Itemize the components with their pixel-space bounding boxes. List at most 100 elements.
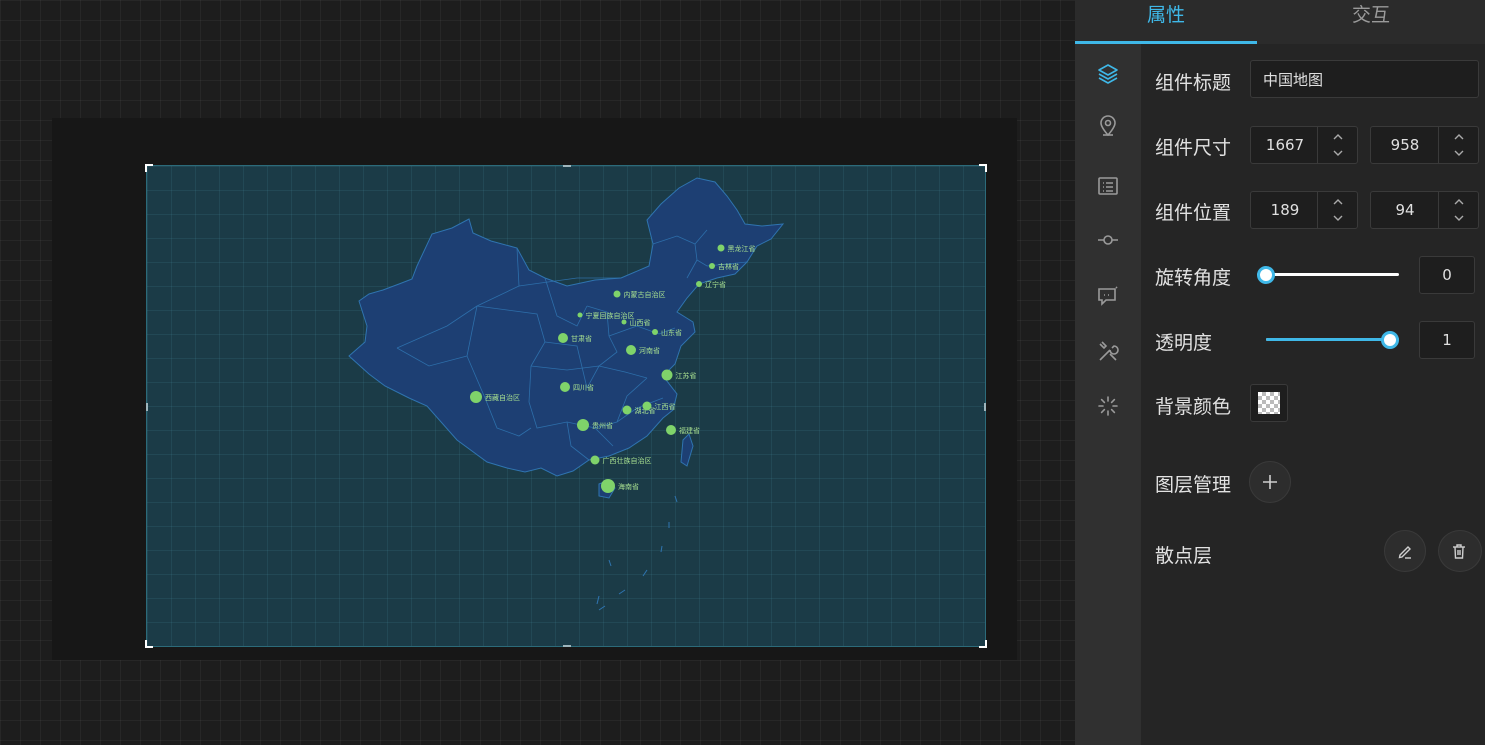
edit-icon (1398, 546, 1411, 559)
pos-x-stepper[interactable]: 189 (1250, 191, 1358, 229)
chat-icon[interactable] (1096, 284, 1120, 308)
scatter-point-label: 海南省 (618, 482, 639, 491)
scatter-point-label: 吉林省 (718, 262, 739, 271)
scatter-point-label: 广西壮族自治区 (603, 456, 652, 465)
scatter-point[interactable] (652, 329, 658, 335)
scatter-point[interactable] (613, 290, 621, 298)
rotation-value[interactable]: 0 (1419, 256, 1475, 294)
map-component[interactable]: 黑龙江省吉林省辽宁省内蒙古自治区宁夏回族自治区 山西省山东省甘肃省河南省江苏省西藏… (145, 164, 987, 648)
chevron-down-icon[interactable] (1332, 212, 1344, 224)
connector-icon[interactable] (1096, 228, 1120, 252)
resize-handle-left[interactable] (146, 403, 148, 411)
tools-icon[interactable] (1096, 340, 1120, 364)
scatter-point-label: 内蒙古自治区 (624, 290, 666, 299)
scatter-point[interactable] (661, 369, 673, 381)
scatter-point[interactable] (666, 425, 676, 435)
tab-interaction[interactable]: 交互 (1257, 0, 1485, 44)
add-layer-button[interactable] (1249, 461, 1291, 503)
layer-item-name: 散点层 (1155, 545, 1213, 567)
title-label: 组件标题 (1155, 72, 1232, 94)
scatter-point[interactable] (626, 345, 636, 355)
resize-handle-top-left[interactable] (145, 164, 153, 172)
china-mainland (348, 177, 785, 477)
pos-y-stepper[interactable]: 94 (1370, 191, 1479, 229)
width-value[interactable]: 1667 (1251, 127, 1319, 163)
taiwan-island (680, 433, 694, 467)
chevron-up-icon[interactable] (1332, 131, 1344, 143)
resize-handle-bottom[interactable] (563, 645, 571, 647)
opacity-value[interactable]: 1 (1419, 321, 1475, 359)
opacity-slider[interactable] (1266, 330, 1399, 350)
rotation-label: 旋转角度 (1155, 267, 1232, 289)
scatter-point-label: 江苏省 (676, 371, 697, 380)
scatter-point-label: 四川省 (573, 383, 594, 392)
resize-handle-top[interactable] (563, 165, 571, 167)
trash-icon (1453, 544, 1465, 559)
scatter-point-label: 贵州省 (592, 421, 613, 430)
map-pin-icon[interactable] (1096, 114, 1120, 138)
resize-handle-bottom-left[interactable] (145, 640, 153, 648)
scatter-point[interactable] (560, 382, 570, 392)
scatter-point[interactable] (470, 391, 482, 403)
scatter-point-label: 辽宁省 (705, 280, 726, 289)
bg-color-picker[interactable] (1250, 384, 1288, 422)
scatter-point[interactable] (717, 244, 725, 252)
bg-color-label: 背景颜色 (1155, 396, 1232, 418)
scatter-point-label: 宁夏回族自治区 (586, 311, 635, 320)
opacity-label: 透明度 (1155, 332, 1213, 354)
panel-content: 组件标题 组件尺寸 1667 958 组件位置 189 (1141, 44, 1485, 745)
scatter-point[interactable] (696, 281, 702, 287)
layer-manage-label: 图层管理 (1155, 474, 1232, 496)
width-stepper[interactable]: 1667 (1250, 126, 1358, 164)
chevron-up-icon[interactable] (1453, 196, 1465, 208)
scatter-point[interactable] (590, 455, 600, 465)
scatter-point[interactable] (577, 419, 589, 431)
position-label: 组件位置 (1155, 202, 1232, 224)
resize-handle-bottom-right[interactable] (979, 640, 987, 648)
transparent-swatch (1258, 392, 1280, 414)
scatter-point[interactable] (558, 333, 568, 343)
pos-x-value[interactable]: 189 (1251, 192, 1319, 228)
chevron-up-icon[interactable] (1453, 131, 1465, 143)
scatter-point-label: 甘肃省 (571, 334, 592, 343)
rotation-slider-handle[interactable] (1257, 266, 1275, 284)
scatter-point-label: 黑龙江省 (728, 244, 756, 253)
chevron-down-icon[interactable] (1453, 147, 1465, 159)
chevron-down-icon[interactable] (1332, 147, 1344, 159)
height-stepper[interactable]: 958 (1370, 126, 1479, 164)
scatter-point[interactable] (622, 405, 632, 415)
resize-handle-right[interactable] (984, 403, 986, 411)
rotation-slider[interactable] (1257, 265, 1399, 285)
pos-y-value[interactable]: 94 (1371, 192, 1439, 228)
size-label: 组件尺寸 (1155, 137, 1232, 159)
china-map: 黑龙江省吉林省辽宁省内蒙古自治区宁夏回族自治区山西省山东省甘肃省河南省江苏省西藏… (348, 177, 785, 611)
chevron-down-icon[interactable] (1453, 212, 1465, 224)
scatter-point-label: 西藏自治区 (485, 393, 520, 402)
scatter-point[interactable] (642, 401, 652, 411)
opacity-slider-handle[interactable] (1381, 331, 1399, 349)
chevron-up-icon[interactable] (1332, 196, 1344, 208)
scatter-point-label: 河南省 (639, 346, 660, 355)
title-input[interactable] (1250, 60, 1479, 98)
delete-layer-button[interactable] (1438, 530, 1482, 572)
scatter-point[interactable] (709, 263, 715, 269)
scatter-point[interactable] (601, 479, 615, 493)
scatter-point-label: 山西省 (630, 318, 651, 327)
scatter-point[interactable] (621, 319, 627, 325)
list-icon[interactable] (1096, 174, 1120, 198)
scatter-point-label: 福建省 (679, 426, 700, 435)
resize-handle-top-right[interactable] (979, 164, 987, 172)
panel-tabs: 属性 交互 (1075, 0, 1485, 44)
tab-properties[interactable]: 属性 (1075, 0, 1257, 44)
south-sea-islands (596, 495, 678, 611)
scatter-point[interactable] (577, 312, 583, 318)
loading-icon[interactable] (1096, 394, 1120, 418)
scatter-point-label: 江西省 (655, 402, 676, 411)
panel-icon-bar (1075, 44, 1141, 745)
scatter-point-label: 山东省 (661, 328, 682, 337)
height-value[interactable]: 958 (1371, 127, 1439, 163)
property-panel: 属性 交互 组件标题 中国地图 组件尺寸 1667 958 组件位置 189 9… (1075, 0, 1485, 745)
edit-layer-button[interactable] (1384, 530, 1426, 572)
plus-icon (1263, 475, 1277, 489)
layers-icon[interactable] (1096, 62, 1120, 86)
